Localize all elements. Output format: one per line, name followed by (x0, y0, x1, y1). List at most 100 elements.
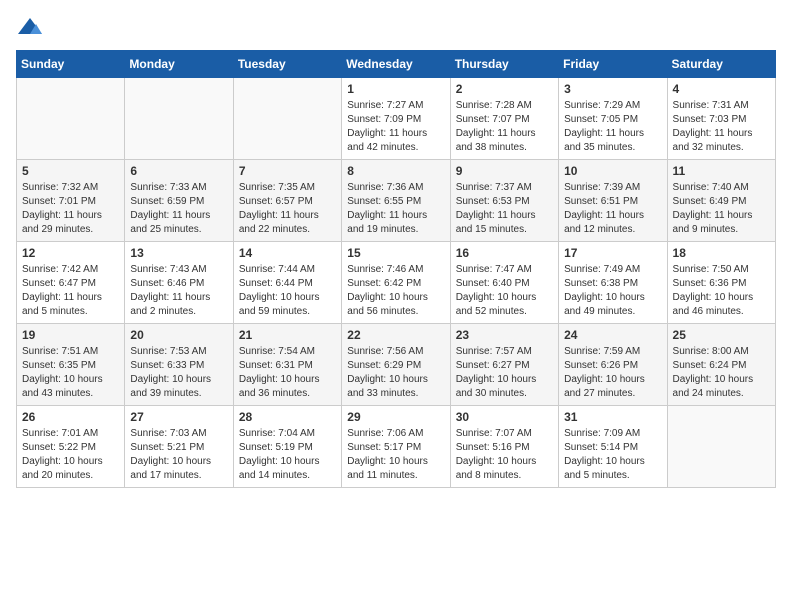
day-info: Sunrise: 7:31 AMSunset: 7:03 PMDaylight:… (673, 99, 770, 155)
calendar-cell: 8 Sunrise: 7:36 AMSunset: 6:55 PMDayligh… (342, 160, 450, 242)
calendar-cell: 26 Sunrise: 7:01 AMSunset: 5:22 PMDaylig… (17, 406, 125, 488)
calendar-cell: 28 Sunrise: 7:04 AMSunset: 5:19 PMDaylig… (233, 406, 341, 488)
day-info: Sunrise: 7:50 AMSunset: 6:36 PMDaylight:… (673, 263, 770, 319)
day-number: 5 (22, 164, 119, 178)
weekday-header-wednesday: Wednesday (342, 51, 450, 78)
day-number: 26 (22, 410, 119, 424)
day-info: Sunrise: 7:57 AMSunset: 6:27 PMDaylight:… (456, 345, 553, 401)
weekday-header-friday: Friday (559, 51, 667, 78)
day-number: 3 (564, 82, 661, 96)
day-info: Sunrise: 7:47 AMSunset: 6:40 PMDaylight:… (456, 263, 553, 319)
logo-icon (16, 16, 44, 38)
day-info: Sunrise: 7:46 AMSunset: 6:42 PMDaylight:… (347, 263, 444, 319)
calendar-cell: 5 Sunrise: 7:32 AMSunset: 7:01 PMDayligh… (17, 160, 125, 242)
day-info: Sunrise: 7:33 AMSunset: 6:59 PMDaylight:… (130, 181, 227, 237)
weekday-header-saturday: Saturday (667, 51, 775, 78)
day-info: Sunrise: 7:29 AMSunset: 7:05 PMDaylight:… (564, 99, 661, 155)
day-number: 7 (239, 164, 336, 178)
day-number: 23 (456, 328, 553, 342)
calendar-week-row: 12 Sunrise: 7:42 AMSunset: 6:47 PMDaylig… (17, 242, 776, 324)
page-header (16, 16, 776, 38)
calendar-cell: 23 Sunrise: 7:57 AMSunset: 6:27 PMDaylig… (450, 324, 558, 406)
day-info: Sunrise: 7:04 AMSunset: 5:19 PMDaylight:… (239, 427, 336, 483)
day-number: 25 (673, 328, 770, 342)
day-number: 6 (130, 164, 227, 178)
day-number: 2 (456, 82, 553, 96)
calendar-cell: 20 Sunrise: 7:53 AMSunset: 6:33 PMDaylig… (125, 324, 233, 406)
day-info: Sunrise: 7:09 AMSunset: 5:14 PMDaylight:… (564, 427, 661, 483)
day-info: Sunrise: 7:35 AMSunset: 6:57 PMDaylight:… (239, 181, 336, 237)
calendar-cell: 9 Sunrise: 7:37 AMSunset: 6:53 PMDayligh… (450, 160, 558, 242)
day-info: Sunrise: 7:43 AMSunset: 6:46 PMDaylight:… (130, 263, 227, 319)
weekday-header-row: SundayMondayTuesdayWednesdayThursdayFrid… (17, 51, 776, 78)
day-number: 15 (347, 246, 444, 260)
calendar-week-row: 5 Sunrise: 7:32 AMSunset: 7:01 PMDayligh… (17, 160, 776, 242)
day-number: 12 (22, 246, 119, 260)
day-number: 10 (564, 164, 661, 178)
calendar-week-row: 26 Sunrise: 7:01 AMSunset: 5:22 PMDaylig… (17, 406, 776, 488)
day-info: Sunrise: 7:49 AMSunset: 6:38 PMDaylight:… (564, 263, 661, 319)
day-number: 17 (564, 246, 661, 260)
calendar-cell: 16 Sunrise: 7:47 AMSunset: 6:40 PMDaylig… (450, 242, 558, 324)
day-info: Sunrise: 7:39 AMSunset: 6:51 PMDaylight:… (564, 181, 661, 237)
day-number: 16 (456, 246, 553, 260)
day-number: 19 (22, 328, 119, 342)
day-info: Sunrise: 7:27 AMSunset: 7:09 PMDaylight:… (347, 99, 444, 155)
calendar-cell (125, 78, 233, 160)
calendar-cell (17, 78, 125, 160)
day-number: 21 (239, 328, 336, 342)
day-number: 20 (130, 328, 227, 342)
calendar-cell: 2 Sunrise: 7:28 AMSunset: 7:07 PMDayligh… (450, 78, 558, 160)
calendar-cell: 24 Sunrise: 7:59 AMSunset: 6:26 PMDaylig… (559, 324, 667, 406)
weekday-header-monday: Monday (125, 51, 233, 78)
day-number: 8 (347, 164, 444, 178)
weekday-header-tuesday: Tuesday (233, 51, 341, 78)
calendar-cell: 4 Sunrise: 7:31 AMSunset: 7:03 PMDayligh… (667, 78, 775, 160)
day-info: Sunrise: 7:07 AMSunset: 5:16 PMDaylight:… (456, 427, 553, 483)
calendar-cell: 22 Sunrise: 7:56 AMSunset: 6:29 PMDaylig… (342, 324, 450, 406)
calendar-cell: 6 Sunrise: 7:33 AMSunset: 6:59 PMDayligh… (125, 160, 233, 242)
calendar-cell: 12 Sunrise: 7:42 AMSunset: 6:47 PMDaylig… (17, 242, 125, 324)
day-number: 13 (130, 246, 227, 260)
day-number: 22 (347, 328, 444, 342)
calendar-cell: 15 Sunrise: 7:46 AMSunset: 6:42 PMDaylig… (342, 242, 450, 324)
day-number: 28 (239, 410, 336, 424)
calendar-cell: 29 Sunrise: 7:06 AMSunset: 5:17 PMDaylig… (342, 406, 450, 488)
day-number: 14 (239, 246, 336, 260)
calendar-cell: 3 Sunrise: 7:29 AMSunset: 7:05 PMDayligh… (559, 78, 667, 160)
day-info: Sunrise: 7:03 AMSunset: 5:21 PMDaylight:… (130, 427, 227, 483)
day-number: 18 (673, 246, 770, 260)
calendar-cell: 30 Sunrise: 7:07 AMSunset: 5:16 PMDaylig… (450, 406, 558, 488)
day-info: Sunrise: 7:37 AMSunset: 6:53 PMDaylight:… (456, 181, 553, 237)
day-info: Sunrise: 8:00 AMSunset: 6:24 PMDaylight:… (673, 345, 770, 401)
day-number: 27 (130, 410, 227, 424)
calendar-cell: 7 Sunrise: 7:35 AMSunset: 6:57 PMDayligh… (233, 160, 341, 242)
day-number: 4 (673, 82, 770, 96)
day-info: Sunrise: 7:44 AMSunset: 6:44 PMDaylight:… (239, 263, 336, 319)
day-number: 31 (564, 410, 661, 424)
day-info: Sunrise: 7:42 AMSunset: 6:47 PMDaylight:… (22, 263, 119, 319)
calendar-cell: 14 Sunrise: 7:44 AMSunset: 6:44 PMDaylig… (233, 242, 341, 324)
day-info: Sunrise: 7:32 AMSunset: 7:01 PMDaylight:… (22, 181, 119, 237)
calendar-cell: 18 Sunrise: 7:50 AMSunset: 6:36 PMDaylig… (667, 242, 775, 324)
weekday-header-thursday: Thursday (450, 51, 558, 78)
calendar-cell: 10 Sunrise: 7:39 AMSunset: 6:51 PMDaylig… (559, 160, 667, 242)
day-number: 29 (347, 410, 444, 424)
weekday-header-sunday: Sunday (17, 51, 125, 78)
day-number: 30 (456, 410, 553, 424)
day-info: Sunrise: 7:56 AMSunset: 6:29 PMDaylight:… (347, 345, 444, 401)
calendar-cell: 31 Sunrise: 7:09 AMSunset: 5:14 PMDaylig… (559, 406, 667, 488)
day-info: Sunrise: 7:28 AMSunset: 7:07 PMDaylight:… (456, 99, 553, 155)
day-info: Sunrise: 7:01 AMSunset: 5:22 PMDaylight:… (22, 427, 119, 483)
calendar-week-row: 1 Sunrise: 7:27 AMSunset: 7:09 PMDayligh… (17, 78, 776, 160)
calendar-cell: 27 Sunrise: 7:03 AMSunset: 5:21 PMDaylig… (125, 406, 233, 488)
calendar-cell: 1 Sunrise: 7:27 AMSunset: 7:09 PMDayligh… (342, 78, 450, 160)
day-number: 9 (456, 164, 553, 178)
calendar-cell: 25 Sunrise: 8:00 AMSunset: 6:24 PMDaylig… (667, 324, 775, 406)
day-info: Sunrise: 7:06 AMSunset: 5:17 PMDaylight:… (347, 427, 444, 483)
calendar-cell: 17 Sunrise: 7:49 AMSunset: 6:38 PMDaylig… (559, 242, 667, 324)
day-info: Sunrise: 7:59 AMSunset: 6:26 PMDaylight:… (564, 345, 661, 401)
calendar-table: SundayMondayTuesdayWednesdayThursdayFrid… (16, 50, 776, 488)
day-info: Sunrise: 7:53 AMSunset: 6:33 PMDaylight:… (130, 345, 227, 401)
day-info: Sunrise: 7:51 AMSunset: 6:35 PMDaylight:… (22, 345, 119, 401)
